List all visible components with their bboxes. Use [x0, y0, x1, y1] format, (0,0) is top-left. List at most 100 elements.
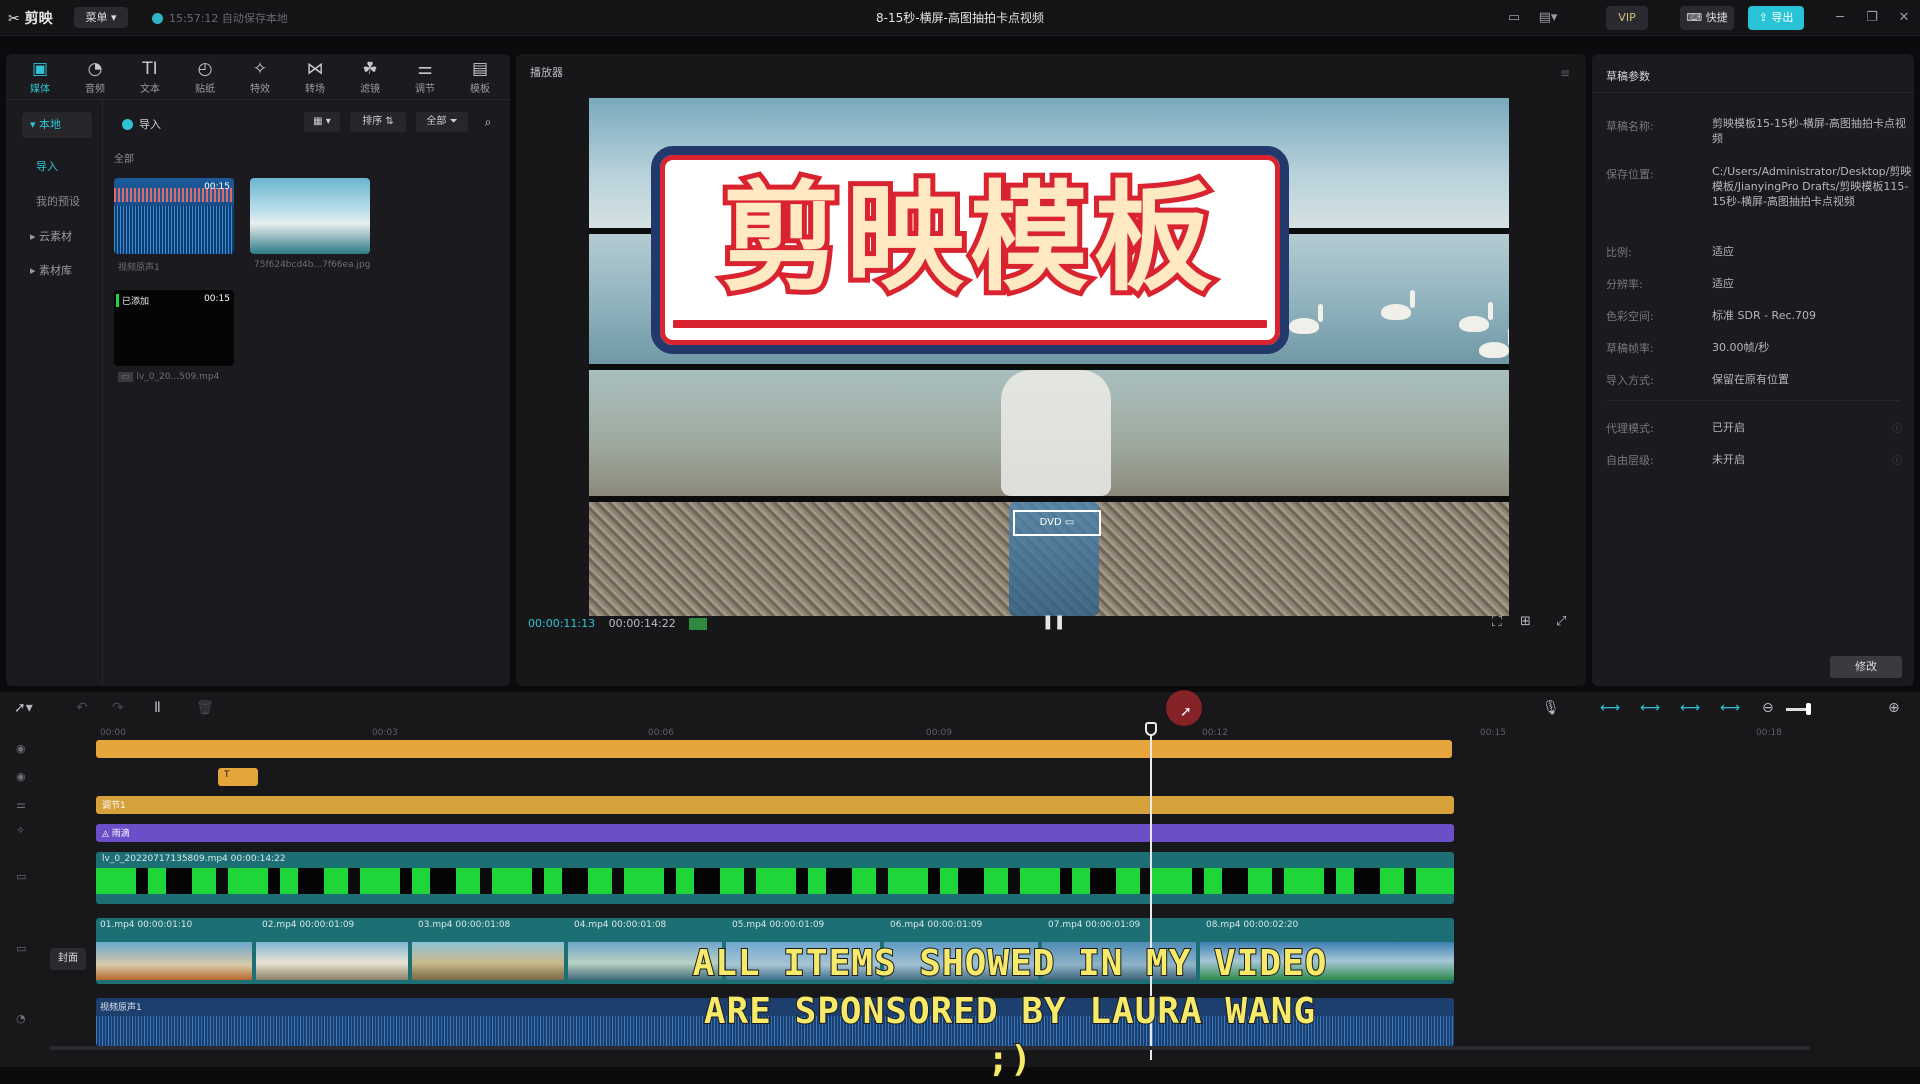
close-icon[interactable]: ✕	[1892, 8, 1916, 28]
effects-icon: ✧	[252, 59, 268, 79]
mic-icon[interactable]: 🎙	[1542, 700, 1560, 716]
dvd-logo: DVD ▭	[1013, 510, 1101, 536]
prop-value: 剪映模板15-15秒-横屏-高图抽拍卡点视频	[1712, 117, 1906, 145]
prop-label: 草稿名称:	[1606, 120, 1654, 133]
media-item-audio[interactable]: 00:15	[114, 178, 234, 254]
draft-title: 草稿参数	[1606, 70, 1650, 83]
media-caption: ▭ lv_0_20...509.mp4	[118, 372, 248, 382]
prop-value: 适应	[1712, 245, 1734, 258]
tool-template[interactable]: ▤ 模板	[454, 54, 506, 96]
video-preview[interactable]: DVD ▭ 剪映模板	[589, 98, 1509, 616]
media-item-image[interactable]	[250, 178, 370, 254]
pause-button[interactable]: ❚❚	[1042, 614, 1065, 630]
snap-icon[interactable]: ⟷	[1600, 700, 1620, 716]
search-icon[interactable]: ⌕	[478, 112, 498, 132]
select-tool-icon[interactable]: ➚▾	[14, 700, 33, 716]
info-icon[interactable]: ⓘ	[1892, 420, 1902, 435]
divider	[1606, 400, 1900, 401]
player-title: 播放器	[530, 66, 563, 79]
person-figure	[1001, 370, 1111, 496]
undo-icon[interactable]: ↶	[76, 700, 88, 716]
nav-import[interactable]: 导入	[36, 158, 58, 174]
clip-label: 06.mp4 00:00:01:09	[890, 920, 983, 930]
autosave-status: 15:57:12 自动保存本地	[152, 10, 288, 26]
filter-button[interactable]: 全部 ⏷	[416, 112, 468, 132]
grid-icon: ▦	[313, 116, 323, 127]
tool-transition[interactable]: ⋈ 转场	[289, 54, 341, 96]
tool-text[interactable]: TI 文本	[124, 54, 176, 96]
prop-label: 色彩空间:	[1606, 310, 1654, 323]
ratio-icon[interactable]	[689, 618, 708, 630]
adjust-track-clip[interactable]: 调节1	[96, 796, 1454, 814]
split-icon[interactable]: Ⅱ	[154, 700, 161, 716]
nav-local[interactable]: ▾ 本地	[22, 112, 92, 138]
divider	[102, 100, 103, 686]
media-item-video[interactable]: 已添加 00:15	[114, 290, 234, 366]
tool-media[interactable]: ▣ 媒体	[14, 54, 66, 96]
prop-value: 标准 SDR - Rec.709	[1712, 309, 1817, 322]
menu-button[interactable]: 菜单 ▾	[74, 7, 128, 28]
layout-icon[interactable]: ▭	[1502, 8, 1526, 28]
tool-filter[interactable]: ☘ 滤镜	[344, 54, 396, 96]
preview-axis-icon[interactable]: ⟷	[1680, 700, 1700, 716]
prop-label: 保存位置:	[1606, 168, 1654, 181]
nav-library[interactable]: ▸ 素材库	[22, 258, 92, 284]
info-icon[interactable]: ⓘ	[1892, 452, 1902, 467]
aspect-ratio-icon[interactable]: ⊞	[1520, 614, 1531, 629]
adjust-track-icon[interactable]: ⚌	[16, 798, 26, 811]
prop-label: 代理模式:	[1606, 422, 1654, 435]
delete-icon[interactable]: 🗑	[196, 700, 214, 716]
view-toggle[interactable]: ▦ ▾	[304, 112, 340, 132]
redo-icon[interactable]: ↷	[112, 700, 124, 716]
import-button[interactable]: 导入	[122, 116, 161, 132]
shortcut-button[interactable]: ⌨ 快捷	[1680, 6, 1734, 30]
effect-track-icon[interactable]: ✧	[16, 824, 25, 837]
cover-button[interactable]: 封面	[50, 948, 86, 970]
ruler-tick: 00:12	[1202, 728, 1228, 738]
tool-audio[interactable]: ◔ 音频	[69, 54, 121, 96]
main-track-icon[interactable]: ▭	[16, 942, 26, 955]
eye-icon[interactable]: ◉	[16, 770, 26, 783]
align-icon[interactable]: ⟷	[1720, 700, 1740, 716]
text-track-clip[interactable]	[96, 740, 1452, 758]
tool-adjust[interactable]: ⚌ 调节	[399, 54, 451, 96]
effect-track-clip[interactable]: ◬ 雨滴	[96, 824, 1454, 842]
overlay-video-clip[interactable]: lv_0_20220717135809.mp4 00:00:14:22	[96, 852, 1454, 904]
sort-button[interactable]: 排序 ⇅	[350, 112, 406, 132]
media-duration: 00:15	[204, 294, 230, 304]
video-subtitle-overlay: ALL ITEMS SHOWED IN MY VIDEO ARE SPONSOR…	[690, 940, 1330, 1084]
fit-icon[interactable]: ⛶	[1492, 614, 1502, 630]
modify-button[interactable]: 修改	[1830, 656, 1902, 678]
proxy-badge: ▭	[118, 372, 133, 382]
add-icon	[122, 118, 133, 130]
swan	[1479, 328, 1509, 358]
tool-effects[interactable]: ✧ 特效	[234, 54, 286, 96]
nav-cloud[interactable]: ▸ 云素材	[22, 224, 92, 250]
prop-label: 比例:	[1606, 246, 1632, 259]
zoom-out-icon[interactable]: ⊖	[1762, 700, 1774, 716]
underline-bar	[670, 317, 1270, 331]
playhead-handle[interactable]	[1145, 722, 1157, 736]
ruler-tick: 00:00	[100, 728, 126, 738]
menu-icon[interactable]: ≡	[1560, 66, 1570, 80]
export-button[interactable]: ⇪ 导出	[1748, 6, 1804, 30]
added-badge: 已添加	[116, 294, 149, 307]
overlay-track-icon[interactable]: ▭	[16, 870, 26, 883]
zoom-in-icon[interactable]: ⊕	[1888, 700, 1900, 716]
tool-sticker[interactable]: ◴ 贴纸	[179, 54, 231, 96]
zoom-handle[interactable]	[1806, 703, 1811, 715]
sticker-clip[interactable]: T	[218, 768, 258, 786]
layout-switch-icon[interactable]: ▤▾	[1536, 8, 1560, 28]
media-caption: 视频原声1	[118, 263, 160, 273]
vip-button[interactable]: VIP	[1606, 6, 1648, 30]
nav-presets[interactable]: 我的预设	[36, 193, 80, 209]
link-icon[interactable]: ⟷	[1640, 700, 1660, 716]
adjust-icon: ⚌	[417, 59, 433, 79]
prop-value: 保留在原有位置	[1712, 373, 1789, 386]
minimize-icon[interactable]: ─	[1828, 8, 1852, 28]
fullscreen-icon[interactable]: ⤢	[1556, 614, 1566, 629]
maximize-icon[interactable]: ❐	[1860, 8, 1884, 28]
prop-label: 自由层级:	[1606, 454, 1654, 467]
audio-track-icon[interactable]: ◔	[16, 1012, 26, 1025]
lock-icon[interactable]: ◉	[16, 742, 26, 755]
